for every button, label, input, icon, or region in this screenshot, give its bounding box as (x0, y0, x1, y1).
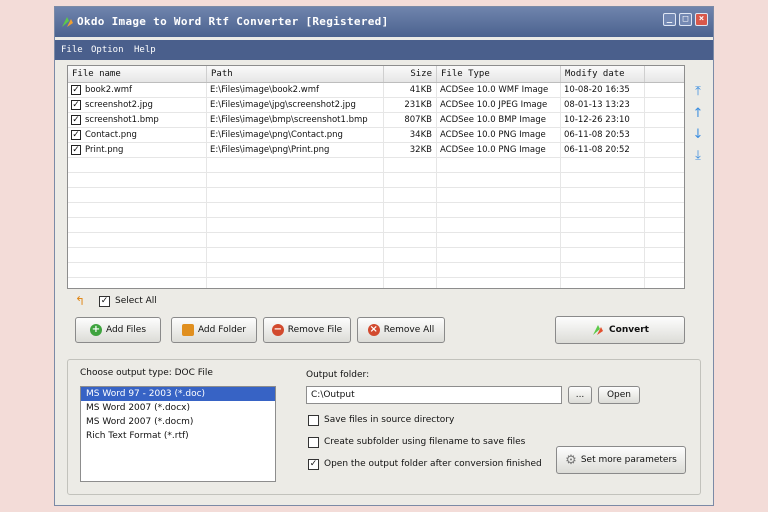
file-list[interactable]: File name Path Size File Type Modify dat… (67, 65, 685, 289)
create-subfolder-checkbox[interactable] (308, 437, 319, 448)
cell-date: 10-12-26 23:10 (561, 113, 645, 127)
output-type-item[interactable]: MS Word 2007 (*.docm) (81, 415, 275, 429)
output-folder-label: Output folder: (306, 370, 370, 380)
output-settings-panel: Choose output type: DOC File MS Word 97 … (67, 359, 701, 495)
column-divider (644, 83, 645, 288)
convert-icon (593, 325, 604, 335)
cell-type: ACDSee 10.0 WMF Image (437, 83, 561, 97)
column-divider (560, 83, 561, 288)
column-size[interactable]: Size (384, 66, 437, 82)
open-button[interactable]: Open (598, 386, 640, 404)
select-all-label: Select All (115, 296, 157, 306)
cell-size: 231KB (384, 98, 437, 112)
move-bottom-icon[interactable]: ⤓ (691, 149, 705, 163)
maximize-icon[interactable]: □ (679, 13, 692, 26)
output-type-item[interactable]: MS Word 97 - 2003 (*.doc) (81, 387, 275, 401)
add-icon: + (89, 324, 102, 336)
cell-type: ACDSee 10.0 PNG Image (437, 143, 561, 157)
column-divider (383, 83, 384, 288)
menu-help[interactable]: Help (134, 45, 156, 55)
output-folder-input[interactable]: C:\Output (306, 386, 562, 404)
add-files-button[interactable]: + Add Files (75, 317, 161, 343)
cell-type: ACDSee 10.0 PNG Image (437, 128, 561, 142)
column-file-type[interactable]: File Type (437, 66, 561, 82)
column-path[interactable]: Path (207, 66, 384, 82)
file-row[interactable]: ✓ Print.png E:\Files\image\png\Print.png 32… (68, 143, 684, 158)
cell-type: ACDSee 10.0 BMP Image (437, 113, 561, 127)
file-row[interactable]: ✓ book2.wmf E:\Files\image\book2.wmf 41KB AC… (68, 83, 684, 98)
select-all-checkbox[interactable]: ✓ (99, 296, 110, 307)
menu-bar: File Option Help (55, 40, 713, 60)
empty-row (68, 248, 684, 263)
column-divider (206, 83, 207, 288)
cell-size: 32KB (384, 143, 437, 157)
open-output-folder-checkbox[interactable]: ✓ (308, 459, 319, 470)
file-row[interactable]: ✓ screenshot1.bmp E:\Files\image\bmp\scree… (68, 113, 684, 128)
up-folder-icon[interactable]: ↰ (75, 295, 85, 307)
cell-type: ACDSee 10.0 JPEG Image (437, 98, 561, 112)
cell-path: E:\Files\image\png\Print.png (207, 143, 384, 157)
move-down-icon[interactable]: ↓ (691, 128, 705, 142)
cell-name: book2.wmf (68, 83, 207, 97)
empty-row (68, 203, 684, 218)
empty-row (68, 158, 684, 173)
save-in-source-checkbox[interactable] (308, 415, 319, 426)
cell-name: screenshot2.jpg (68, 98, 207, 112)
empty-row (68, 263, 684, 278)
cell-size: 807KB (384, 113, 437, 127)
cell-path: E:\Files\image\bmp\screenshot1.bmp (207, 113, 384, 127)
folder-icon (181, 324, 194, 336)
output-type-list[interactable]: MS Word 97 - 2003 (*.doc) MS Word 2007 (… (80, 386, 276, 482)
file-row[interactable]: ✓ screenshot2.jpg E:\Files\image\jpg\scree… (68, 98, 684, 113)
window-title: Okdo Image to Word Rtf Converter [Regist… (77, 15, 389, 28)
move-top-icon[interactable]: ⤒ (691, 85, 705, 99)
remove-all-button[interactable]: × Remove All (357, 317, 445, 343)
add-folder-button[interactable]: Add Folder (171, 317, 257, 343)
cell-path: E:\Files\image\jpg\screenshot2.jpg (207, 98, 384, 112)
cell-path: E:\Files\image\png\Contact.png (207, 128, 384, 142)
cell-path: E:\Files\image\book2.wmf (207, 83, 384, 97)
file-list-header: File name Path Size File Type Modify dat… (68, 66, 684, 83)
convert-button[interactable]: Convert (555, 316, 685, 344)
menu-file[interactable]: File (61, 45, 83, 55)
cell-name: Contact.png (68, 128, 207, 142)
cell-date: 06-11-08 20:52 (561, 143, 645, 157)
gear-icon: ⚙ (565, 452, 577, 468)
cell-name: Print.png (68, 143, 207, 157)
empty-row (68, 233, 684, 248)
empty-row (68, 278, 684, 288)
cell-date: 10-08-20 16:35 (561, 83, 645, 97)
empty-row (68, 173, 684, 188)
cell-date: 06-11-08 20:53 (561, 128, 645, 142)
menu-option[interactable]: Option (91, 45, 124, 55)
file-row[interactable]: ✓ Contact.png E:\Files\image\png\Contact.p… (68, 128, 684, 143)
title-bar: Okdo Image to Word Rtf Converter [Regist… (55, 7, 713, 37)
column-divider (436, 83, 437, 288)
minimize-icon[interactable]: _ (663, 13, 676, 26)
remove-file-button[interactable]: − Remove File (263, 317, 351, 343)
cell-name: screenshot1.bmp (68, 113, 207, 127)
output-type-item[interactable]: MS Word 2007 (*.docx) (81, 401, 275, 415)
browse-button[interactable]: ... (568, 386, 592, 404)
output-type-label: Choose output type: DOC File (80, 368, 213, 378)
app-logo-icon (62, 17, 73, 27)
app-window: Okdo Image to Word Rtf Converter [Regist… (54, 6, 714, 506)
cell-size: 34KB (384, 128, 437, 142)
move-up-icon[interactable]: ↑ (691, 107, 705, 121)
output-type-item[interactable]: Rich Text Format (*.rtf) (81, 429, 275, 443)
remove-icon: − (271, 324, 284, 336)
empty-row (68, 218, 684, 233)
empty-row (68, 188, 684, 203)
cell-date: 08-01-13 13:23 (561, 98, 645, 112)
remove-all-icon: × (367, 324, 380, 336)
set-more-parameters-button[interactable]: ⚙ Set more parameters (556, 446, 686, 474)
cell-size: 41KB (384, 83, 437, 97)
column-file-name[interactable]: File name (68, 66, 207, 82)
close-icon[interactable]: × (695, 13, 708, 26)
column-modify-date[interactable]: Modify date (561, 66, 645, 82)
